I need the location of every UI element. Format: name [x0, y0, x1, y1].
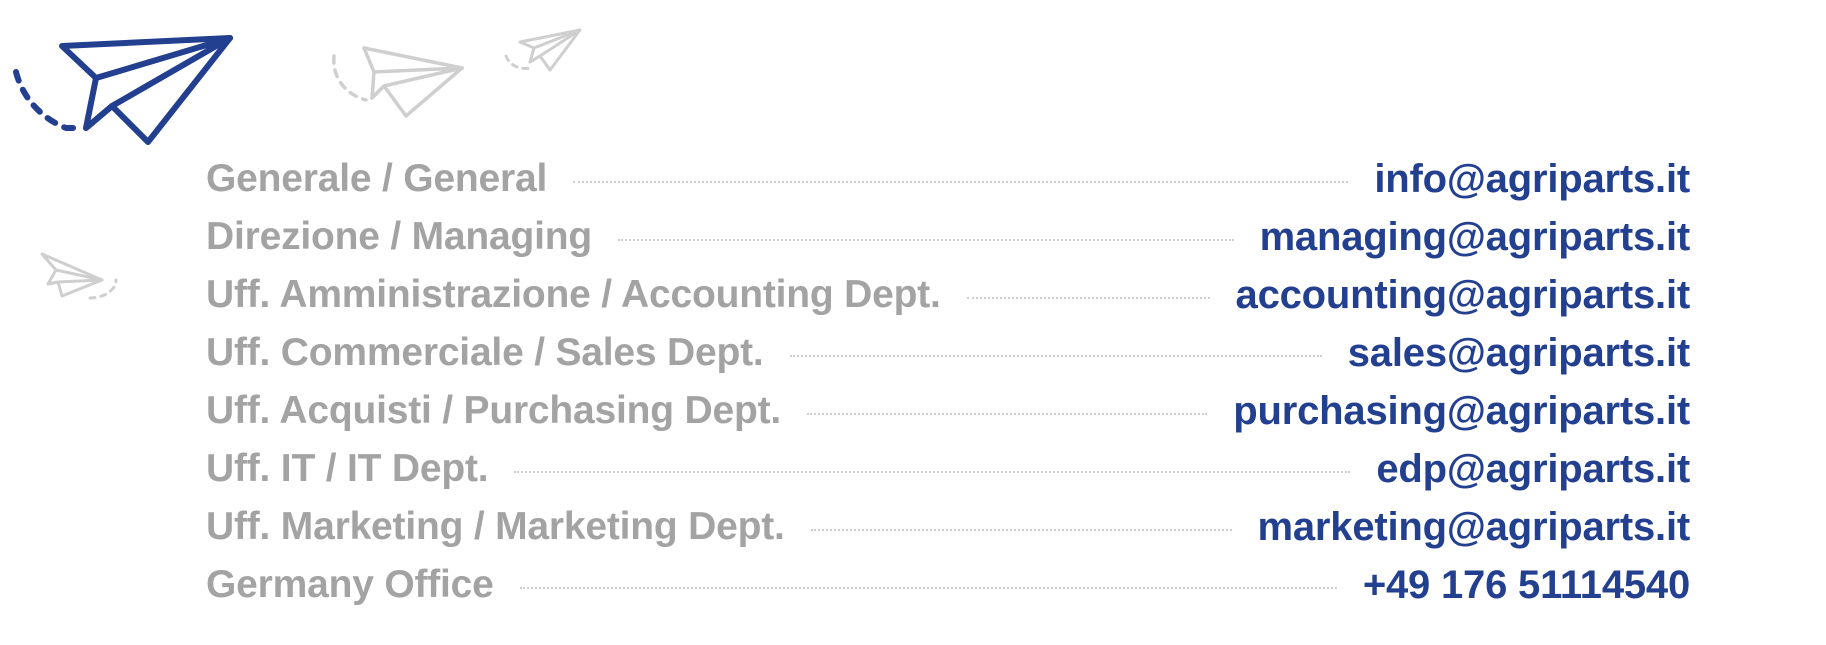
contact-row-it: Uff. IT / IT Dept. edp@agriparts.it	[206, 440, 1690, 498]
contact-row-sales: Uff. Commerciale / Sales Dept. sales@agr…	[206, 324, 1690, 382]
department-label: Direzione / Managing	[206, 215, 593, 258]
dotted-leader	[789, 355, 1322, 357]
email-link[interactable]: edp@agriparts.it	[1376, 447, 1690, 492]
email-link[interactable]: accounting@agriparts.it	[1236, 273, 1691, 318]
email-link[interactable]: managing@agriparts.it	[1260, 215, 1691, 260]
department-label: Uff. IT / IT Dept.	[206, 447, 489, 490]
dotted-leader	[807, 413, 1208, 415]
contact-row-general: Generale / General info@agriparts.it	[206, 150, 1690, 208]
paper-plane-small-icon	[504, 28, 582, 72]
dotted-leader	[519, 587, 1337, 589]
email-link[interactable]: sales@agriparts.it	[1348, 331, 1690, 376]
phone-link[interactable]: +49 176 51114540	[1363, 563, 1690, 608]
contact-row-managing: Direzione / Managing managing@agriparts.…	[206, 208, 1690, 266]
department-label: Uff. Marketing / Marketing Dept.	[206, 505, 785, 548]
contact-row-marketing: Uff. Marketing / Marketing Dept. marketi…	[206, 498, 1690, 556]
contact-row-purchasing: Uff. Acquisti / Purchasing Dept. purchas…	[206, 382, 1690, 440]
dotted-leader	[618, 239, 1234, 241]
paper-plane-left-icon	[40, 252, 118, 300]
paper-plane-faint-icon	[332, 46, 464, 118]
dotted-leader	[573, 181, 1349, 183]
department-label: Uff. Amministrazione / Accounting Dept.	[206, 273, 941, 316]
contact-row-germany: Germany Office +49 176 51114540	[206, 556, 1690, 614]
dotted-leader	[810, 529, 1232, 531]
department-label: Generale / General	[206, 157, 548, 200]
dotted-leader	[966, 297, 1210, 299]
paper-plane-main-icon	[13, 35, 233, 145]
email-link[interactable]: marketing@agriparts.it	[1258, 505, 1691, 550]
email-link[interactable]: info@agriparts.it	[1374, 157, 1690, 202]
department-label: Germany Office	[206, 563, 494, 606]
department-label: Uff. Acquisti / Purchasing Dept.	[206, 389, 782, 432]
dotted-leader	[514, 471, 1351, 473]
email-link[interactable]: purchasing@agriparts.it	[1233, 389, 1690, 434]
contact-list: Generale / General info@agriparts.it Dir…	[206, 150, 1690, 614]
department-label: Uff. Commerciale / Sales Dept.	[206, 331, 764, 374]
contact-row-accounting: Uff. Amministrazione / Accounting Dept. …	[206, 266, 1690, 324]
